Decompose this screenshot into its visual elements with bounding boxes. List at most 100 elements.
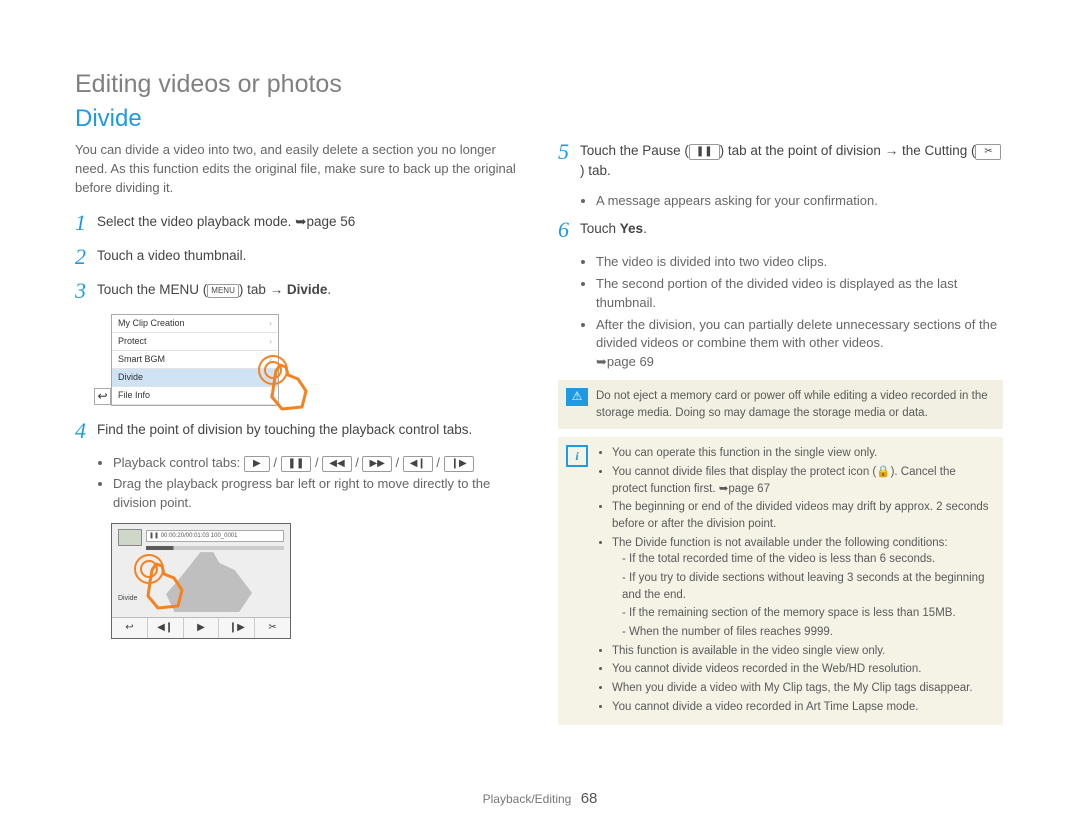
manual-page: Editing videos or photos Divide You can …: [0, 0, 1080, 825]
info-item: When you divide a video with My Clip tag…: [612, 680, 991, 697]
frame-fwd-icon: ❙▶: [444, 456, 474, 472]
step-body: Touch Yes.: [580, 219, 1003, 241]
info-item: You cannot divide files that display the…: [612, 464, 991, 497]
sub-item: A message appears asking for your confir…: [596, 192, 1003, 211]
menu-item: File Info›: [112, 387, 278, 405]
sub-item: The video is divided into two video clip…: [596, 253, 1003, 272]
page-title: Editing videos or photos: [75, 70, 1005, 99]
sub-item: The second portion of the divided video …: [596, 275, 1003, 313]
page-ref: ➥page 56: [295, 214, 355, 229]
step-5: 5 Touch the Pause (❚❚) tab at the point …: [558, 141, 1003, 180]
chevron-right-icon: ›: [269, 353, 272, 366]
step-bold: Yes: [620, 221, 643, 236]
step-number: 2: [75, 246, 97, 268]
frame-fwd-icon: ❙▶: [219, 618, 255, 638]
sub-label: Playback control tabs:: [113, 455, 244, 470]
menu-item-selected: Divide›: [112, 369, 278, 387]
timecode-bar: ❚❚ 00:00:20/00:01:03 100_0001: [146, 530, 284, 542]
step-number: 5: [558, 141, 580, 180]
warning-icon: ⚠: [566, 388, 588, 406]
fastfwd-icon: ▶▶: [362, 456, 391, 472]
scissors-icon: ✂: [255, 618, 290, 638]
info-item: The beginning or end of the divided vide…: [612, 499, 991, 532]
frame-back-icon: ◀❙: [403, 456, 433, 472]
callout-body: Do not eject a memory card or power off …: [596, 388, 991, 421]
menu-item: Smart BGM›: [112, 351, 278, 369]
info-subitem: - If the total recorded time of the vide…: [622, 551, 991, 568]
step-3: 3 Touch the MENU (MENU) tab → Divide.: [75, 280, 520, 302]
return-icon: ↩: [112, 618, 148, 638]
thumbnail-icon: [118, 529, 142, 546]
step-bold: Divide: [287, 282, 328, 297]
play-icon: ▶: [184, 618, 220, 638]
frame-back-icon: ◀❙: [148, 618, 184, 638]
page-ref: ➥page 69: [596, 354, 654, 369]
step-text: Touch the Pause (: [580, 143, 689, 158]
menu-item: Protect›: [112, 333, 278, 351]
step-5-sublist: A message appears asking for your confir…: [580, 192, 1003, 211]
player-controls: ↩ ◀❙ ▶ ❙▶ ✂: [112, 617, 290, 638]
info-subitem: - If you try to divide sections without …: [622, 570, 991, 603]
step-4: 4 Find the point of division by touching…: [75, 420, 520, 442]
step-text: ) tab.: [580, 163, 611, 178]
divide-label: Divide: [118, 594, 137, 604]
step-number: 1: [75, 212, 97, 234]
play-icon: ▶: [244, 456, 270, 472]
step-text: .: [327, 282, 331, 297]
silhouette-icon: [166, 552, 252, 612]
info-item: The Divide function is not available und…: [612, 535, 991, 641]
step-text: Select the video playback mode.: [97, 214, 295, 229]
info-item: You can operate this function in the sin…: [612, 445, 991, 462]
info-icon: i: [566, 445, 588, 467]
step-text: .: [643, 221, 647, 236]
chevron-right-icon: ›: [269, 317, 272, 330]
step-body: Select the video playback mode. ➥page 56: [97, 212, 520, 234]
info-subitem: - If the remaining section of the memory…: [622, 605, 991, 622]
footer-section: Playback/Editing: [483, 792, 572, 806]
step-6-sublist: The video is divided into two video clip…: [580, 253, 1003, 372]
step-text: Touch the MENU (: [97, 282, 207, 297]
rewind-icon: ◀◀: [322, 456, 351, 472]
step-number: 6: [558, 219, 580, 241]
step-6: 6 Touch Yes.: [558, 219, 1003, 241]
step-1: 1 Select the video playback mode. ➥page …: [75, 212, 520, 234]
page-number: 68: [581, 790, 598, 807]
callout-body: You can operate this function in the sin…: [596, 445, 991, 717]
video-player-figure: ❚❚ 00:00:20/00:01:03 100_0001 Divide ↩ ◀…: [111, 523, 291, 639]
menu-icon: MENU: [207, 284, 239, 298]
info-item: You cannot divide videos recorded in the…: [612, 661, 991, 678]
sub-item: After the division, you can partially de…: [596, 316, 1003, 373]
info-item: This function is available in the video …: [612, 643, 991, 660]
step-text: Touch: [580, 221, 620, 236]
scissors-icon: ✂: [975, 144, 1001, 160]
step-4-sublist: Playback control tabs: ▶ / ❚❚ / ◀◀ / ▶▶ …: [97, 454, 520, 514]
chevron-right-icon: ›: [269, 335, 272, 348]
step-body: Touch the MENU (MENU) tab → Divide.: [97, 280, 520, 302]
sub-item: Drag the playback progress bar left or r…: [113, 475, 520, 513]
step-body: Touch a video thumbnail.: [97, 246, 520, 268]
info-item: You cannot divide a video recorded in Ar…: [612, 699, 991, 716]
sub-text: After the division, you can partially de…: [596, 317, 997, 351]
step-text: ) tab at the point of division → the Cut…: [720, 143, 976, 158]
pause-icon: ❚❚: [689, 144, 720, 160]
chevron-right-icon: ›: [269, 389, 272, 402]
right-column: 5 Touch the Pause (❚❚) tab at the point …: [558, 141, 1003, 733]
step-text: ) tab →: [239, 282, 287, 297]
menu-item: My Clip Creation›: [112, 315, 278, 333]
return-icon: ↩: [94, 388, 111, 405]
step-body: Find the point of division by touching t…: [97, 420, 520, 442]
pause-icon: ❚❚: [281, 456, 312, 472]
page-footer: Playback/Editing 68: [0, 790, 1080, 807]
step-number: 3: [75, 280, 97, 302]
intro-text: You can divide a video into two, and eas…: [75, 141, 520, 198]
page-ref: ➥page 67: [719, 483, 770, 495]
chevron-right-icon: ›: [269, 371, 272, 384]
info-subitem: - When the number of files reaches 9999.: [622, 624, 991, 641]
step-2: 2 Touch a video thumbnail.: [75, 246, 520, 268]
step-number: 4: [75, 420, 97, 442]
step-body: Touch the Pause (❚❚) tab at the point of…: [580, 141, 1003, 180]
left-column: You can divide a video into two, and eas…: [75, 141, 520, 733]
progress-bar: [146, 546, 284, 550]
section-title: Divide: [75, 105, 1005, 133]
warning-callout: ⚠ Do not eject a memory card or power of…: [558, 380, 1003, 429]
